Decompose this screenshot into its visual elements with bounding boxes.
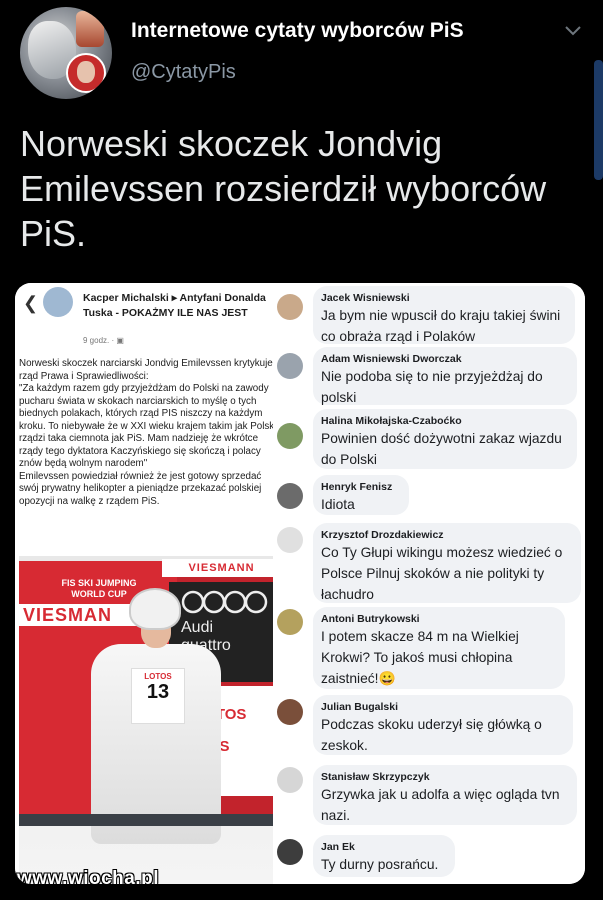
commenter-name[interactable]: Stanisław Skrzypczyk — [321, 770, 569, 784]
commenter-avatar[interactable] — [277, 294, 303, 320]
commenter-name[interactable]: Adam Wisniewski Dworczak — [321, 352, 569, 366]
commenter-avatar[interactable] — [277, 609, 303, 635]
tweet-header: Internetowe cytaty wyborców PiS @CytatyP… — [0, 0, 603, 180]
comment-text: Grzywka jak u adolfa a więc ogląda tvn n… — [321, 787, 560, 823]
comment-bubble: Stanisław Skrzypczyk Grzywka jak u adolf… — [313, 765, 577, 825]
commenter-name[interactable]: Julian Bugalski — [321, 700, 565, 714]
comment-bubble: Jan Ek Ty durny posrańcu. — [313, 835, 455, 877]
audi-line-1: Audi — [181, 619, 214, 636]
commenter-avatar[interactable] — [277, 527, 303, 553]
bib-number: 13 — [146, 681, 170, 703]
bib: LOTOS 13 — [131, 668, 185, 724]
commenter-name[interactable]: Jacek Wisniewski — [321, 291, 567, 305]
comment-text: I potem skacze 84 m na Wielkiej Krokwi? … — [321, 629, 519, 686]
comments-list: Jacek Wisniewski Ja bym nie wpuscił do k… — [273, 283, 585, 884]
back-arrow-icon[interactable]: ❮ — [23, 293, 38, 314]
comment-bubble: Adam Wisniewski Dworczak Nie podoba się … — [313, 347, 577, 405]
comment-text: Ty durny posrańcu. — [321, 857, 439, 872]
comment-text: Nie podoba się to nie przyjeżdżaj do pol… — [321, 369, 543, 405]
post-author[interactable]: Kacper Michalski ▸ Antyfani Donalda Tusk… — [83, 291, 279, 321]
start-bar — [19, 814, 281, 826]
commenter-avatar[interactable] — [277, 353, 303, 379]
comment-bubble: Jacek Wisniewski Ja bym nie wpuscił do k… — [313, 286, 575, 344]
audi-rings-icon — [181, 590, 268, 614]
comment-text: Idiota — [321, 497, 355, 512]
commenter-name[interactable]: Halina Mikołajska-Czabоćko — [321, 414, 569, 428]
post-timestamp: 9 godz. · ▣ — [83, 336, 124, 345]
comment-bubble: Krzysztof Drozdakiewicz Co Ty Głupi wiki… — [313, 523, 581, 603]
fis-line-1: FIS SKI JUMPING — [61, 578, 137, 588]
sponsor-logo-small: VIESMANN — [162, 559, 281, 577]
commenter-name[interactable]: Jan Ek — [321, 840, 447, 854]
comment-bubble: Henryk Fenisz Idiota — [313, 475, 409, 515]
watermark: www.wiocha.pl — [17, 868, 159, 884]
facebook-post: ❮ Kacper Michalski ▸ Antyfani Donalda Tu… — [15, 283, 283, 884]
comment-text: Ja bym nie wpuscił do kraju takiej świni… — [321, 308, 561, 344]
commenter-avatar[interactable] — [277, 483, 303, 509]
commenter-name[interactable]: Henryk Fenisz — [321, 480, 401, 494]
commenter-name[interactable]: Antoni Butrykowski — [321, 612, 557, 626]
scrollbar[interactable] — [594, 60, 603, 180]
comment-bubble: Antoni Butrykowski I potem skacze 84 m n… — [313, 607, 565, 689]
embedded-screenshot[interactable]: ❮ Kacper Michalski ▸ Antyfani Donalda Tu… — [15, 283, 585, 884]
commenter-avatar[interactable] — [277, 767, 303, 793]
account-handle[interactable]: @CytatyPis — [131, 61, 236, 84]
comment-text: Podczas skoku uderzył się główką o zesko… — [321, 717, 542, 753]
account-name[interactable]: Internetowe cytaty wyborców PiS — [131, 19, 464, 43]
politician-photo — [66, 53, 106, 93]
portrait-image — [76, 11, 104, 47]
commenter-avatar[interactable] — [277, 839, 303, 865]
ski-jumper-photo: VIESMANN FIS SKI JUMPING WORLD CUP VIESM… — [19, 556, 281, 884]
comment-text: Powinien dość dożywotni zakaz wjazdu do … — [321, 431, 562, 467]
commenter-avatar[interactable] — [277, 699, 303, 725]
comment-text: Co Ty Głupi wikingu możesz wiedzieć o Po… — [321, 545, 563, 602]
jumper-helmet — [129, 588, 181, 630]
post-body: Norweski skoczek narciarski Jondvig Emil… — [19, 358, 280, 507]
bib-brand: LOTOS — [144, 672, 172, 681]
profile-avatar[interactable] — [20, 7, 112, 99]
commenter-name[interactable]: Krzysztof Drozdakiewicz — [321, 528, 573, 542]
post-author-avatar[interactable] — [43, 287, 73, 317]
comment-bubble: Halina Mikołajska-Czabоćko Powinien dość… — [313, 409, 577, 469]
commenter-avatar[interactable] — [277, 423, 303, 449]
chevron-down-icon[interactable] — [562, 20, 584, 42]
tweet-text: Norweski skoczek Jondvig Emilevssen rozs… — [20, 123, 547, 254]
comment-bubble: Julian Bugalski Podczas skoku uderzył si… — [313, 695, 573, 755]
